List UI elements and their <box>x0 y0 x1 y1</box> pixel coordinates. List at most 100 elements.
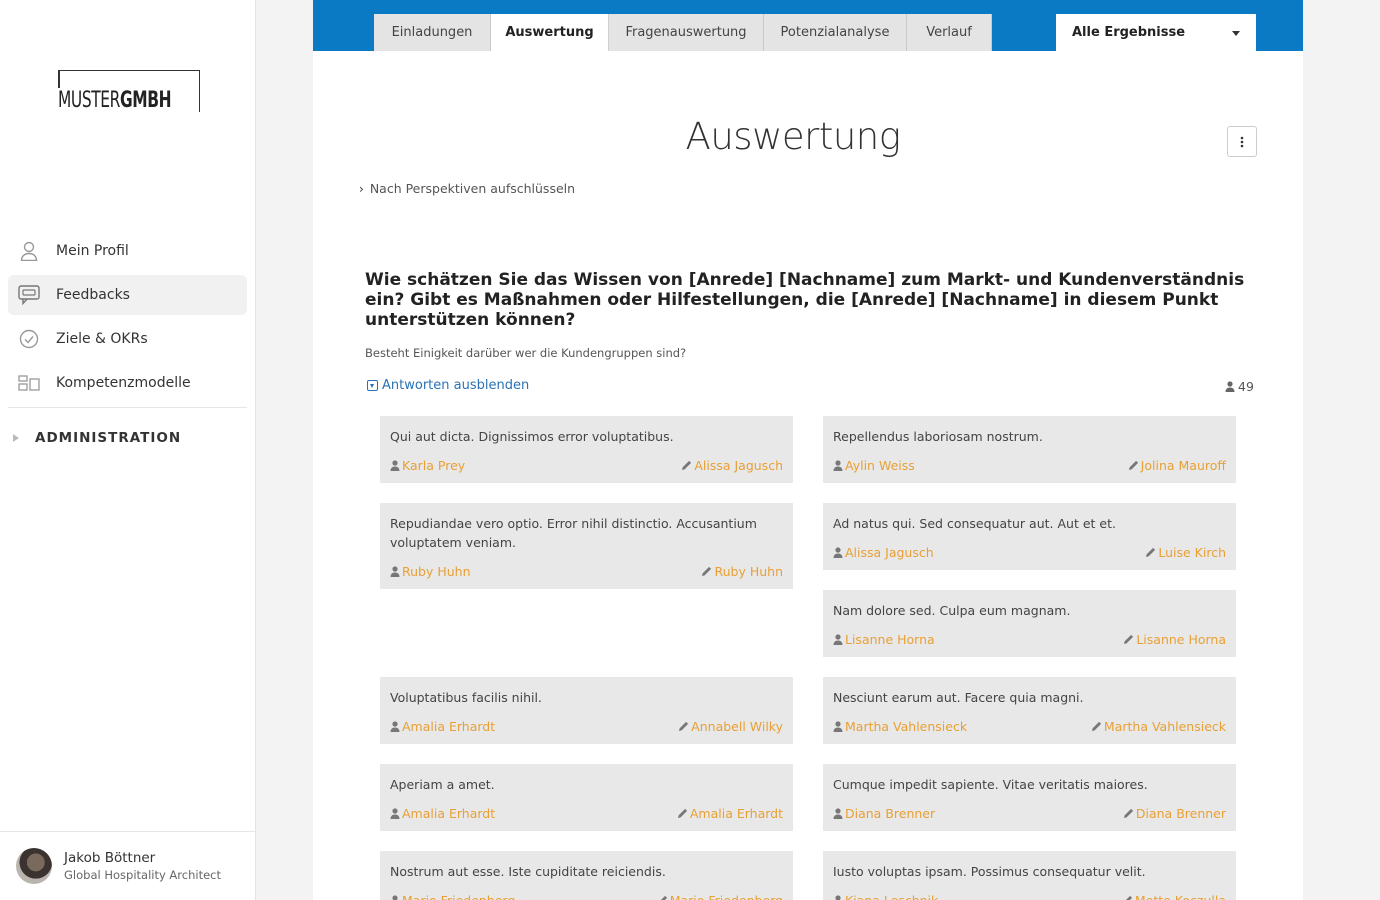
answer-subject-link[interactable]: Diana Brenner <box>833 806 935 821</box>
company-logo[interactable]: MUSTERGMBH <box>58 70 200 114</box>
user-icon <box>833 460 843 471</box>
sidebar-item-label: Mein Profil <box>56 243 129 259</box>
tab-verlauf[interactable]: Verlauf <box>907 14 992 51</box>
user-icon <box>390 721 400 732</box>
answer-card: Iusto voluptas ipsam. Possimus consequat… <box>823 851 1236 900</box>
answer-subject-link[interactable]: Kiana Leschnik <box>833 893 938 900</box>
modules-icon <box>18 372 40 394</box>
sidebar-item-label: Feedbacks <box>56 287 130 303</box>
user-icon <box>390 566 400 577</box>
pencil-icon <box>679 721 689 731</box>
tab-auswertung[interactable]: Auswertung <box>491 14 609 51</box>
pencil-icon <box>1125 895 1132 900</box>
answer-subject-link[interactable]: Ruby Huhn <box>390 564 471 579</box>
avatar <box>16 848 52 884</box>
user-icon <box>833 721 843 732</box>
tab-einladungen[interactable]: Einladungen <box>374 14 491 51</box>
check-circle-icon <box>18 328 40 350</box>
hide-answers-label: Antworten ausblenden <box>382 378 530 393</box>
answer-card: Nam dolore sed. Culpa eum magnam. Lisanne… <box>823 590 1236 657</box>
question-subtitle: Besteht Einigkeit darüber wer die Kunden… <box>365 346 687 360</box>
collapse-icon <box>367 380 378 391</box>
sidebar-item-feedbacks[interactable]: Feedbacks <box>8 275 247 315</box>
hide-answers-link[interactable]: Antworten ausblenden <box>367 378 529 393</box>
answer-author-link[interactable]: Amalia Erhardt <box>677 806 783 821</box>
answer-author-link[interactable]: Diana Brenner <box>1123 806 1226 821</box>
tab-potenzialanalyse[interactable]: Potenzialanalyse <box>764 14 907 51</box>
caret-right-icon <box>13 434 19 442</box>
sidebar-item-label: Ziele & OKRs <box>56 331 148 347</box>
author-name: Ruby Huhn <box>714 564 783 579</box>
tab-fragenauswertung[interactable]: Fragenauswertung <box>609 14 764 51</box>
sidebar-item-ziele-okrs[interactable]: Ziele & OKRs <box>8 319 247 359</box>
results-filter-select[interactable]: Alle Ergebnisse <box>1056 14 1256 51</box>
subject-name: Ruby Huhn <box>402 564 471 579</box>
sidebar-item-kompetenzmodelle[interactable]: Kompetenzmodelle <box>8 363 247 403</box>
answer-subject-link[interactable]: Aylin Weiss <box>833 458 915 473</box>
answer-author-link[interactable]: Mario Friedenberg <box>657 893 783 900</box>
answer-card: Repudiandae vero optio. Error nihil dist… <box>380 503 793 589</box>
answer-author-link[interactable]: Jolina Mauroff <box>1128 458 1226 473</box>
answer-author-link[interactable]: Mette Koczulla <box>1122 893 1226 900</box>
answer-meta: Amalia Erhardt Amalia Erhardt <box>390 806 783 821</box>
chevron-right-icon: › <box>359 181 364 196</box>
answer-meta: Amalia Erhardt Annabell Wilky <box>390 719 783 734</box>
answer-subject-link[interactable]: Amalia Erhardt <box>390 719 495 734</box>
pencil-icon <box>1124 634 1134 644</box>
main-content: Auswertung › Nach Perspektiven aufschlüs… <box>313 51 1303 900</box>
answer-card: Qui aut dicta. Dignissimos error volupta… <box>380 416 793 483</box>
answer-author-link[interactable]: Martha Vahlensieck <box>1091 719 1226 734</box>
more-options-button[interactable] <box>1227 126 1257 157</box>
author-name: Martha Vahlensieck <box>1103 719 1226 734</box>
question-title: Wie schätzen Sie das Wissen von [Anrede]… <box>365 270 1245 330</box>
select-value: Alle Ergebnisse <box>1072 25 1186 40</box>
answer-subject-link[interactable]: Amalia Erhardt <box>390 806 495 821</box>
user-icon <box>833 634 843 645</box>
subject-name: Aylin Weiss <box>845 458 915 473</box>
user-icon <box>833 547 843 558</box>
answer-meta: Karla Prey Alissa Jagusch <box>390 458 783 473</box>
tabs: Einladungen Auswertung Fragenauswertung … <box>374 14 992 51</box>
pencil-icon <box>677 808 687 818</box>
user-icon <box>833 808 843 819</box>
author-name: Annabell Wilky <box>691 719 783 734</box>
breakdown-by-perspective-toggle[interactable]: › Nach Perspektiven aufschlüsseln <box>359 181 575 196</box>
answer-text: Repellendus laboriosam nostrum. <box>833 429 1043 444</box>
sidebar-nav: Mein Profil Feedbacks Ziele & OKRs Kompe… <box>8 231 247 468</box>
answer-subject-link[interactable]: Karla Prey <box>390 458 465 473</box>
author-name: Alissa Jagusch <box>694 458 783 473</box>
answer-text: Cumque impedit sapiente. Vitae veritatis… <box>833 777 1148 792</box>
pencil-icon <box>1091 721 1102 731</box>
answer-text: Ad natus qui. Sed consequatur aut. Aut e… <box>833 516 1116 531</box>
answer-author-link[interactable]: Luise Kirch <box>1145 545 1226 560</box>
subject-name: Martha Vahlensieck <box>845 719 968 734</box>
answer-subject-link[interactable]: Mario Friedenberg <box>390 893 515 900</box>
user-icon <box>18 240 40 262</box>
answer-subject-link[interactable]: Martha Vahlensieck <box>833 719 967 734</box>
user-name: Jakob Böttner <box>64 850 156 866</box>
answer-subject-link[interactable]: Alissa Jagusch <box>833 545 934 560</box>
answer-author-link[interactable]: Annabell Wilky <box>678 719 783 734</box>
answer-meta: Mario Friedenberg Mario Friedenberg <box>390 893 783 900</box>
answer-text: Voluptatibus facilis nihil. <box>390 690 542 705</box>
count-value: 49 <box>1238 379 1254 394</box>
chevron-down-icon <box>1232 31 1240 36</box>
user-icon <box>835 895 841 900</box>
answer-author-link[interactable]: Lisanne Horna <box>1123 632 1226 647</box>
subject-name: Alissa Jagusch <box>845 545 934 560</box>
answer-meta: Ruby Huhn Ruby Huhn <box>390 564 783 579</box>
sidebar-item-administration[interactable]: ADMINISTRATION <box>8 408 247 468</box>
sidebar-item-mein-profil[interactable]: Mein Profil <box>8 231 247 271</box>
answer-text: Nam dolore sed. Culpa eum magnam. <box>833 603 1071 618</box>
subject-name: Lisanne Horna <box>845 632 935 647</box>
answer-author-link[interactable]: Alissa Jagusch <box>681 458 783 473</box>
pencil-icon <box>682 460 692 470</box>
user-profile[interactable]: Jakob Böttner Global Hospitality Archite… <box>0 831 255 900</box>
answer-meta: Kiana Leschnik Mette Koczulla <box>833 893 1226 900</box>
answer-text: Iusto voluptas ipsam. Possimus consequat… <box>833 864 1146 879</box>
answer-card: Cumque impedit sapiente. Vitae veritatis… <box>823 764 1236 831</box>
answer-meta: Diana Brenner Diana Brenner <box>833 806 1226 821</box>
user-icon <box>390 808 400 819</box>
answer-author-link[interactable]: Ruby Huhn <box>701 564 783 579</box>
answer-subject-link[interactable]: Lisanne Horna <box>833 632 935 647</box>
